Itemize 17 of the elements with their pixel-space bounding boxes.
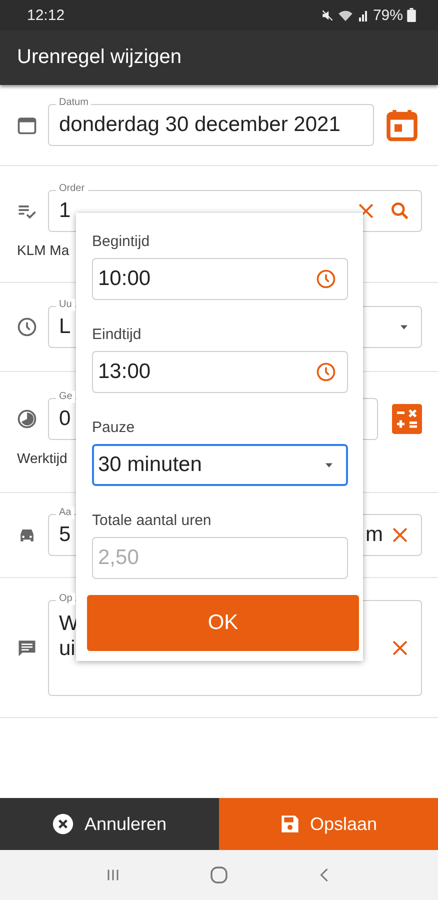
dialog-label: Pauze [92, 419, 136, 436]
screen-title: Urenregel wijzigen [17, 46, 182, 69]
unit-text: m [366, 523, 383, 547]
field-value: donderdag 30 december 2021 [59, 113, 340, 137]
battery-level: 79% [372, 6, 403, 24]
dialog-label: Eindtijd [92, 326, 142, 343]
field-label: Op [56, 592, 76, 604]
field-note: KLM Ma [16, 242, 70, 258]
field-value: L [59, 315, 71, 339]
dialog-label: Begintijd [92, 233, 151, 250]
status-time: 12:12 [27, 6, 65, 24]
field-note: Werktijd [16, 450, 68, 466]
dialog-label: Totale aantal uren [92, 512, 212, 529]
field-value: 5 [59, 523, 71, 547]
field-value: 0 [59, 407, 71, 431]
field-value: ui [59, 636, 76, 660]
field-value: 1 [59, 199, 71, 223]
